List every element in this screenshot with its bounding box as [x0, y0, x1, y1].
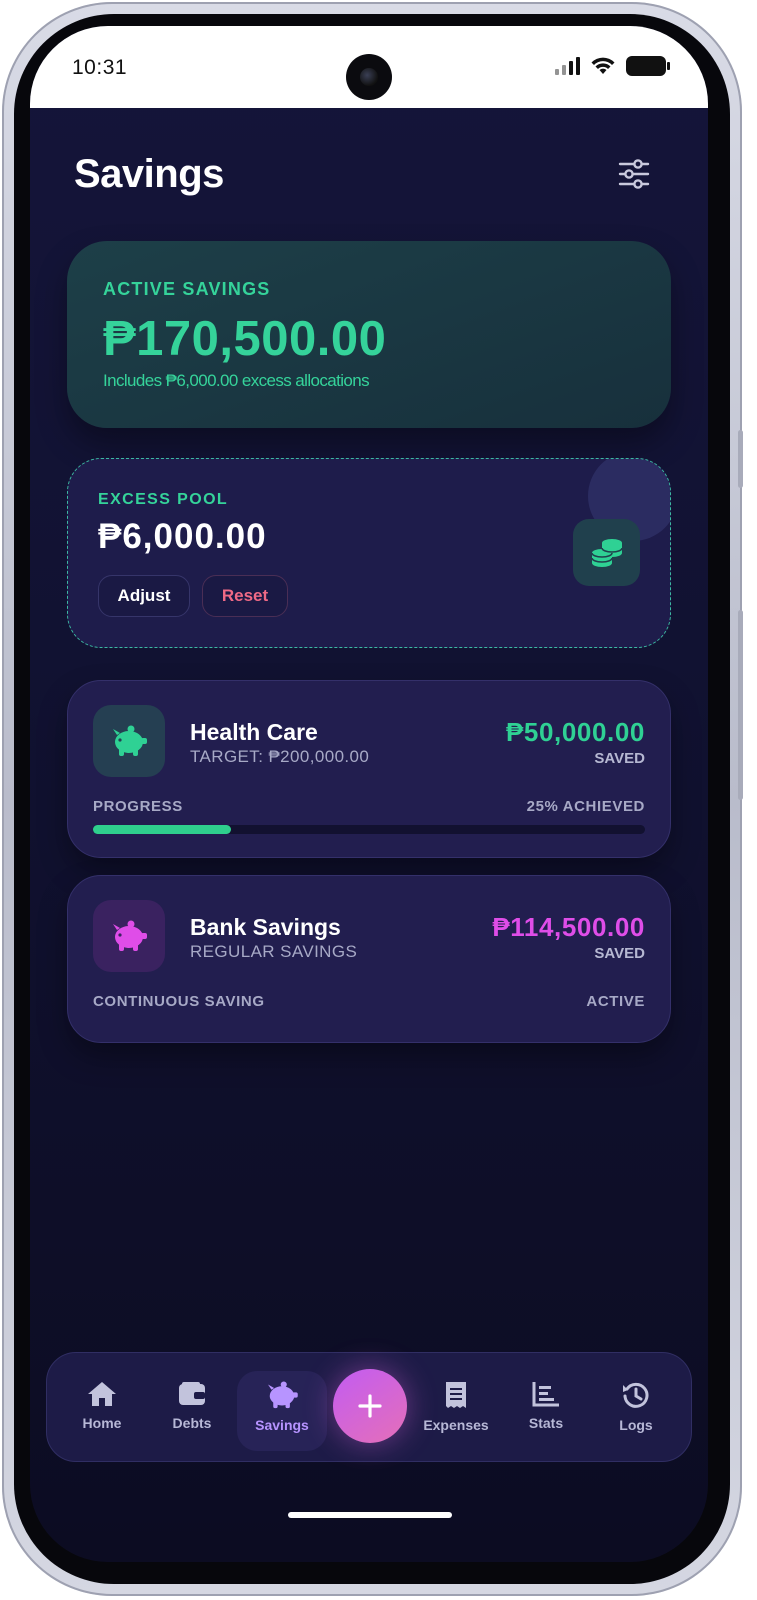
- piggy-bank-icon: [113, 920, 147, 951]
- goal-name: Bank Savings: [190, 914, 341, 940]
- excess-pool-card: EXCESS POOL ₱6,000.00 Adjust Reset: [67, 458, 671, 648]
- progress-bar: [93, 825, 645, 834]
- piggy-bank-icon: [113, 725, 147, 756]
- filter-button[interactable]: [616, 156, 652, 192]
- progress-fill: [93, 825, 231, 834]
- nav-label: Logs: [619, 1417, 653, 1433]
- nav-label: Savings: [255, 1417, 309, 1433]
- side-button-power: [738, 610, 743, 800]
- excess-pool-label: EXCESS POOL: [98, 491, 229, 508]
- status-badge: ACTIVE: [586, 993, 645, 1010]
- home-icon: [88, 1382, 116, 1406]
- bottom-nav: Home Debts Savings Expenses Stats Logs: [46, 1352, 692, 1462]
- nav-item-logs[interactable]: Logs: [591, 1371, 681, 1451]
- add-button[interactable]: [333, 1369, 407, 1443]
- wifi-icon: [591, 57, 615, 74]
- stats-icon: [532, 1382, 559, 1407]
- signal-icon: [555, 57, 580, 75]
- home-indicator[interactable]: [288, 1512, 452, 1518]
- status-bar: 10:31: [30, 26, 708, 108]
- front-camera: [346, 54, 392, 100]
- goal-target: TARGET: ₱200,000.00: [190, 747, 370, 766]
- progress-label: PROGRESS: [93, 798, 183, 815]
- plus-icon: [358, 1394, 382, 1418]
- status-icons: [555, 56, 670, 76]
- nav-label: Home: [82, 1415, 122, 1431]
- status-time: 10:31: [72, 56, 128, 79]
- nav-item-expenses[interactable]: Expenses: [411, 1371, 501, 1451]
- goal-saved-amount: ₱114,500.00: [492, 912, 645, 942]
- excess-pool-amount: ₱6,000.00: [98, 517, 267, 556]
- active-savings-amount: ₱170,500.00: [103, 312, 387, 366]
- goal-icon-tile: [93, 705, 165, 777]
- active-savings-note: Includes ₱6,000.00 excess allocations: [103, 371, 370, 390]
- adjust-button[interactable]: Adjust: [98, 575, 190, 617]
- saving-mode-label: CONTINUOUS SAVING: [93, 993, 265, 1010]
- goal-name: Health Care: [190, 719, 318, 745]
- nav-label: Stats: [528, 1415, 564, 1431]
- wallet-icon: [179, 1382, 205, 1405]
- active-savings-label: ACTIVE SAVINGS: [103, 279, 271, 299]
- page-title: Savings: [74, 152, 224, 196]
- goal-saved-label: SAVED: [594, 945, 645, 962]
- active-savings-card: ACTIVE SAVINGS ₱170,500.00 Includes ₱6,0…: [67, 241, 671, 428]
- goal-card-health-care[interactable]: Health Care TARGET: ₱200,000.00 ₱50,000.…: [67, 680, 671, 858]
- coins-icon: [590, 538, 623, 567]
- piggy-bank-icon: [268, 1381, 298, 1409]
- nav-item-debts[interactable]: Debts: [147, 1371, 237, 1451]
- reset-button[interactable]: Reset: [202, 575, 288, 617]
- goal-saved-amount: ₱50,000.00: [505, 717, 645, 747]
- goal-icon-tile: [93, 900, 165, 972]
- nav-item-home[interactable]: Home: [57, 1371, 147, 1451]
- goal-card-bank-savings[interactable]: Bank Savings REGULAR SAVINGS ₱114,500.00…: [67, 875, 671, 1043]
- goal-saved-label: SAVED: [594, 750, 645, 767]
- battery-icon: [626, 56, 670, 76]
- nav-label: Debts: [172, 1415, 212, 1431]
- receipt-icon: [446, 1382, 466, 1408]
- progress-percent-label: 25% ACHIEVED: [526, 798, 645, 815]
- history-icon: [623, 1382, 649, 1408]
- goal-type: REGULAR SAVINGS: [190, 942, 358, 961]
- sliders-icon: [618, 159, 650, 189]
- app-screen: 10:31 Savings ACTIVE SAVINGS ₱170,500.00…: [30, 26, 708, 1562]
- nav-item-stats[interactable]: Stats: [501, 1371, 591, 1451]
- nav-label: Expenses: [423, 1417, 489, 1433]
- nav-item-savings[interactable]: Savings: [237, 1371, 327, 1451]
- coins-tile: [573, 519, 640, 586]
- side-button-volume-up: [738, 430, 743, 488]
